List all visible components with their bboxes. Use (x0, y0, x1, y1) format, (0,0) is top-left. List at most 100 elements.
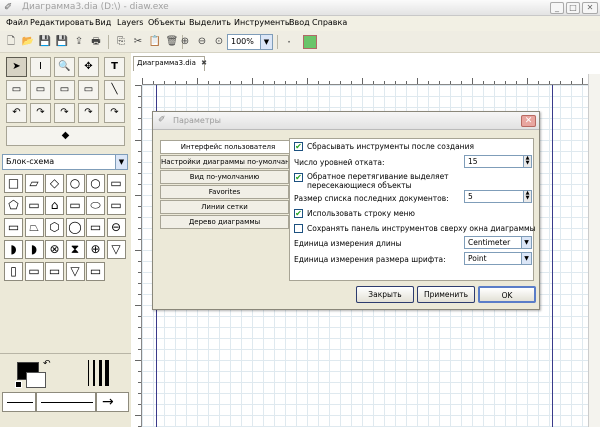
end-arrow-select[interactable]: → (96, 392, 129, 412)
spinner-arrows-icon[interactable]: ▲ ▼ (523, 191, 531, 202)
line-width-heavy[interactable] (105, 360, 109, 386)
delete-icon[interactable]: 🗑 (165, 35, 179, 49)
shape-item[interactable]: ▽ (106, 240, 126, 259)
line-width-medium[interactable] (93, 360, 95, 386)
shape-item[interactable]: ⊕ (86, 240, 105, 259)
save-as-icon[interactable]: 💾 (55, 35, 69, 49)
menu-tools[interactable]: Инструменты (234, 18, 291, 27)
shape-item[interactable]: ⧗ (65, 240, 85, 259)
shape-item[interactable]: ▭ (65, 196, 85, 215)
tab-favorites[interactable]: Favorites (160, 185, 289, 199)
menu-view[interactable]: Вид (95, 18, 111, 27)
shape-set-select[interactable]: Блок-схема ▼ (2, 154, 128, 170)
menu-input[interactable]: Ввод (289, 18, 310, 27)
new-file-icon[interactable]: 🗋 (4, 35, 18, 49)
tab-user-interface[interactable]: Интерфейс пользователя (160, 140, 295, 154)
shape-item[interactable]: ▭ (24, 262, 44, 281)
close-dialog-button[interactable]: Закрыть (356, 286, 414, 303)
bezier-tool[interactable]: ↷ (78, 103, 99, 123)
move-tool[interactable]: ✥ (78, 57, 99, 77)
snap-grid-icon[interactable] (303, 35, 317, 49)
keep-toolbox-checkbox[interactable] (294, 224, 303, 233)
shape-item[interactable]: ▽ (65, 262, 85, 281)
text-tool[interactable]: T (104, 57, 125, 77)
polyline-tool[interactable]: ↷ (54, 103, 75, 123)
shape-item[interactable]: ⬠ (4, 196, 23, 215)
maximize-button[interactable]: □ (566, 2, 580, 14)
background-color[interactable] (26, 372, 46, 388)
line-style-select[interactable] (36, 392, 96, 412)
menu-layers[interactable]: Layers (117, 18, 143, 27)
zoom-in-icon[interactable]: ⊕ (178, 35, 192, 49)
shape-item[interactable]: ▭ (106, 174, 126, 193)
shape-item[interactable]: ▭ (45, 262, 64, 281)
shape-item[interactable]: ▭ (106, 196, 126, 215)
close-button[interactable]: ✕ (582, 2, 598, 14)
shape-item[interactable]: ◯ (65, 218, 85, 237)
line-width-thick[interactable] (99, 360, 102, 386)
shape-item[interactable]: ◗ (24, 240, 44, 259)
spinner-arrows-icon[interactable]: ▲ ▼ (523, 156, 531, 167)
shape-item[interactable]: ▭ (86, 218, 105, 237)
export-icon[interactable]: ⇪ (72, 35, 86, 49)
line-width-thin[interactable] (88, 360, 89, 386)
use-menu-bar-checkbox[interactable]: ✔ (294, 209, 303, 218)
document-tab[interactable]: Диаграмма3.dia ✖ (133, 56, 207, 71)
copy-icon[interactable]: ⎘ (114, 35, 128, 49)
line-tool[interactable]: ╲ (104, 80, 125, 100)
arc-tool[interactable]: ↶ (6, 103, 27, 123)
reset-colors-icon[interactable] (15, 381, 22, 388)
ellipse-tool[interactable]: ▭ (30, 80, 51, 100)
beziergon-tool[interactable]: ▭ (78, 80, 99, 100)
box-tool[interactable]: ▭ (6, 80, 27, 100)
chevron-down-icon[interactable]: ▼ (521, 237, 531, 248)
open-folder-icon[interactable]: 📂 (21, 35, 35, 49)
shape-item[interactable]: ◗ (4, 240, 23, 259)
tab-grid-lines[interactable]: Линии сетки (160, 200, 289, 214)
ok-button[interactable]: OK (478, 286, 536, 303)
snap-point-icon[interactable]: · (282, 35, 296, 49)
shape-item[interactable]: ⌂ (45, 196, 64, 215)
start-arrow-select[interactable] (2, 392, 36, 412)
chevron-down-icon[interactable]: ▼ (260, 35, 272, 49)
shape-item[interactable]: ⊗ (45, 240, 64, 259)
text-cursor-tool[interactable]: I (30, 57, 51, 77)
length-unit-select[interactable]: Centimeter ▼ (464, 236, 532, 249)
chevron-down-icon[interactable]: ▼ (115, 155, 127, 169)
shape-item[interactable]: ⏢ (24, 218, 44, 237)
undo-levels-spinner[interactable]: 15 ▲ ▼ (464, 155, 532, 168)
image-tool[interactable]: ◆ (6, 126, 125, 146)
chevron-down-icon[interactable]: ▼ (521, 253, 531, 264)
menu-objects[interactable]: Объекты (148, 18, 186, 27)
shape-item[interactable]: ▭ (24, 196, 44, 215)
close-tab-icon[interactable]: ✖ (201, 59, 207, 67)
zigzag-tool[interactable]: ↷ (30, 103, 51, 123)
paste-icon[interactable]: 📋 (148, 35, 162, 49)
dialog-close-button[interactable]: ✕ (521, 115, 536, 127)
menu-select[interactable]: Выделить (189, 18, 231, 27)
font-unit-select[interactable]: Point ▼ (464, 252, 532, 265)
menu-help[interactable]: Справка (312, 18, 347, 27)
polygon-tool[interactable]: ▭ (54, 80, 75, 100)
shape-item[interactable]: ◇ (45, 174, 64, 193)
shape-item[interactable]: ⬡ (45, 218, 64, 237)
shape-item[interactable]: ▭ (86, 262, 105, 281)
save-icon[interactable]: 💾 (38, 35, 52, 49)
reverse-drag-checkbox[interactable]: ✔ (294, 173, 303, 182)
recent-docs-spinner[interactable]: 5 ▲ ▼ (464, 190, 532, 203)
reset-tools-checkbox[interactable]: ✔ (294, 142, 303, 151)
shape-item[interactable]: ⬭ (86, 196, 105, 215)
zoom-out-icon[interactable]: ⊖ (195, 35, 209, 49)
apply-button[interactable]: Применить (417, 286, 475, 303)
print-icon[interactable]: 🖶 (89, 35, 103, 49)
vertical-scrollbar[interactable] (588, 74, 600, 427)
menu-file[interactable]: Файл (6, 18, 28, 27)
tab-diagram-defaults[interactable]: Настройки диаграммы по-умолчанию (160, 155, 289, 169)
shape-item[interactable]: ○ (65, 174, 85, 193)
menu-edit[interactable]: Редактировать (30, 18, 94, 27)
tab-diagram-tree[interactable]: Дерево диаграммы (160, 215, 289, 229)
shape-item[interactable]: ▭ (4, 218, 23, 237)
tab-view-defaults[interactable]: Вид по-умолчанию (160, 170, 289, 184)
shape-item[interactable]: □ (4, 174, 23, 193)
pointer-tool[interactable]: ➤ (6, 57, 27, 77)
